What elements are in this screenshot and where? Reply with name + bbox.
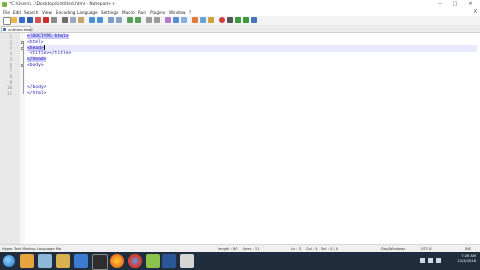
current-code-line[interactable]: <head> (27, 45, 477, 53)
run-macro-icon[interactable] (243, 17, 249, 23)
word-icon[interactable] (162, 254, 176, 268)
play-macro-icon[interactable] (235, 17, 241, 23)
undo-icon[interactable] (89, 17, 95, 23)
code-text: </html> (27, 91, 47, 96)
redo-icon[interactable] (97, 17, 103, 23)
title-bar: *C:\Users\...\Desktop\Untitled.html - No… (0, 0, 480, 9)
chrome-icon[interactable] (128, 254, 142, 268)
replace-icon[interactable] (116, 17, 122, 23)
code-line[interactable]: </html> (27, 91, 46, 97)
copy-icon[interactable] (70, 17, 76, 23)
new-file-icon[interactable] (3, 17, 11, 25)
menu-window[interactable]: Window (169, 9, 186, 16)
toolbar (0, 16, 480, 25)
indent-guide-icon[interactable] (181, 17, 187, 23)
zoom-out-icon[interactable] (135, 17, 141, 23)
menu-run[interactable]: Run (138, 9, 146, 16)
line-number: 11 (7, 91, 12, 96)
folder-app-icon[interactable] (56, 254, 70, 268)
sync-h-icon[interactable] (154, 17, 160, 23)
file-explorer-icon[interactable] (20, 254, 34, 268)
maximize-button[interactable]: □ (448, 1, 462, 8)
save-macro-icon[interactable] (251, 17, 257, 23)
stop-macro-icon[interactable] (227, 17, 233, 23)
wrap-icon[interactable] (165, 17, 171, 23)
notepad-plus-plus-taskbar-icon[interactable] (146, 254, 160, 268)
menu-plugins[interactable]: Plugins (150, 9, 165, 16)
media-player-icon[interactable] (74, 254, 88, 268)
close-button[interactable]: ✕ (463, 1, 478, 8)
record-macro-icon[interactable] (219, 17, 225, 23)
minimize-button[interactable]: ─ (433, 1, 447, 8)
menu-edit[interactable]: Edit (13, 9, 21, 16)
save-icon[interactable] (19, 17, 25, 23)
code-text: <html> (27, 39, 44, 45)
menu-search[interactable]: Search (24, 9, 38, 16)
cut-icon[interactable] (62, 17, 68, 23)
all-chars-icon[interactable] (173, 17, 179, 23)
clock-date: 12/4/2016 (457, 259, 476, 263)
menu-language[interactable]: Language (77, 9, 98, 16)
menu-view[interactable]: View (42, 9, 52, 16)
paste-icon[interactable] (78, 17, 84, 23)
menu-bar: File Edit Search View Encoding Language … (0, 9, 480, 16)
save-all-icon[interactable] (27, 17, 33, 23)
taskbar: 7:26 AM 12/4/2016 (0, 252, 480, 270)
menu-settings[interactable]: Settings (101, 9, 118, 16)
code-text: </head> (27, 56, 47, 62)
menu-macro[interactable]: Macro (122, 9, 135, 16)
code-text: </body> (27, 85, 47, 91)
close-icon[interactable] (35, 17, 41, 23)
volume-icon[interactable] (428, 258, 433, 263)
notepad-plus-plus-icon (2, 2, 7, 7)
menu-file[interactable]: File (3, 9, 10, 16)
line-number-gutter: 1 2 3 4 5 6 7 8 9 10 11 (0, 33, 20, 244)
terminal-app-icon[interactable] (92, 254, 108, 270)
lang-icon[interactable] (192, 17, 198, 23)
doc-map-icon[interactable] (200, 17, 206, 23)
zoom-in-icon[interactable] (127, 17, 133, 23)
close-document-button[interactable]: X (474, 9, 477, 16)
print-icon[interactable] (51, 17, 57, 23)
fold-guide-line (22, 44, 23, 94)
close-all-icon[interactable] (43, 17, 49, 23)
firefox-icon[interactable] (110, 254, 124, 268)
network-icon[interactable] (420, 258, 425, 263)
code-text: <body> (27, 62, 44, 68)
window-title: *C:\Users\...\Desktop\Untitled.html - No… (9, 2, 116, 7)
monitor-app-icon[interactable] (38, 254, 52, 268)
find-icon[interactable] (108, 17, 114, 23)
text-caret (43, 45, 45, 51)
system-clock[interactable]: 7:26 AM 12/4/2016 (458, 254, 476, 264)
unsaved-doc-icon (3, 28, 6, 31)
tab-untitled-html[interactable]: untitled.html x (1, 26, 33, 32)
code-text: <!DOCTYPE html> (27, 34, 69, 39)
paint-app-icon[interactable] (180, 254, 194, 268)
menu-encoding[interactable]: Encoding (56, 9, 75, 16)
menu-help[interactable]: ? (189, 9, 191, 16)
code-text: <title></title> (29, 51, 72, 57)
open-file-icon[interactable] (11, 17, 17, 23)
code-line[interactable]: <body> (27, 63, 44, 69)
start-button[interactable] (3, 255, 15, 267)
tab-bar: untitled.html x (0, 25, 480, 33)
sync-v-icon[interactable] (146, 17, 152, 23)
editor[interactable]: 1 2 3 4 5 6 7 8 9 10 11 <!DOCTYPE html> … (0, 33, 480, 244)
flag-icon[interactable] (436, 258, 441, 263)
function-list-icon[interactable] (208, 17, 214, 23)
